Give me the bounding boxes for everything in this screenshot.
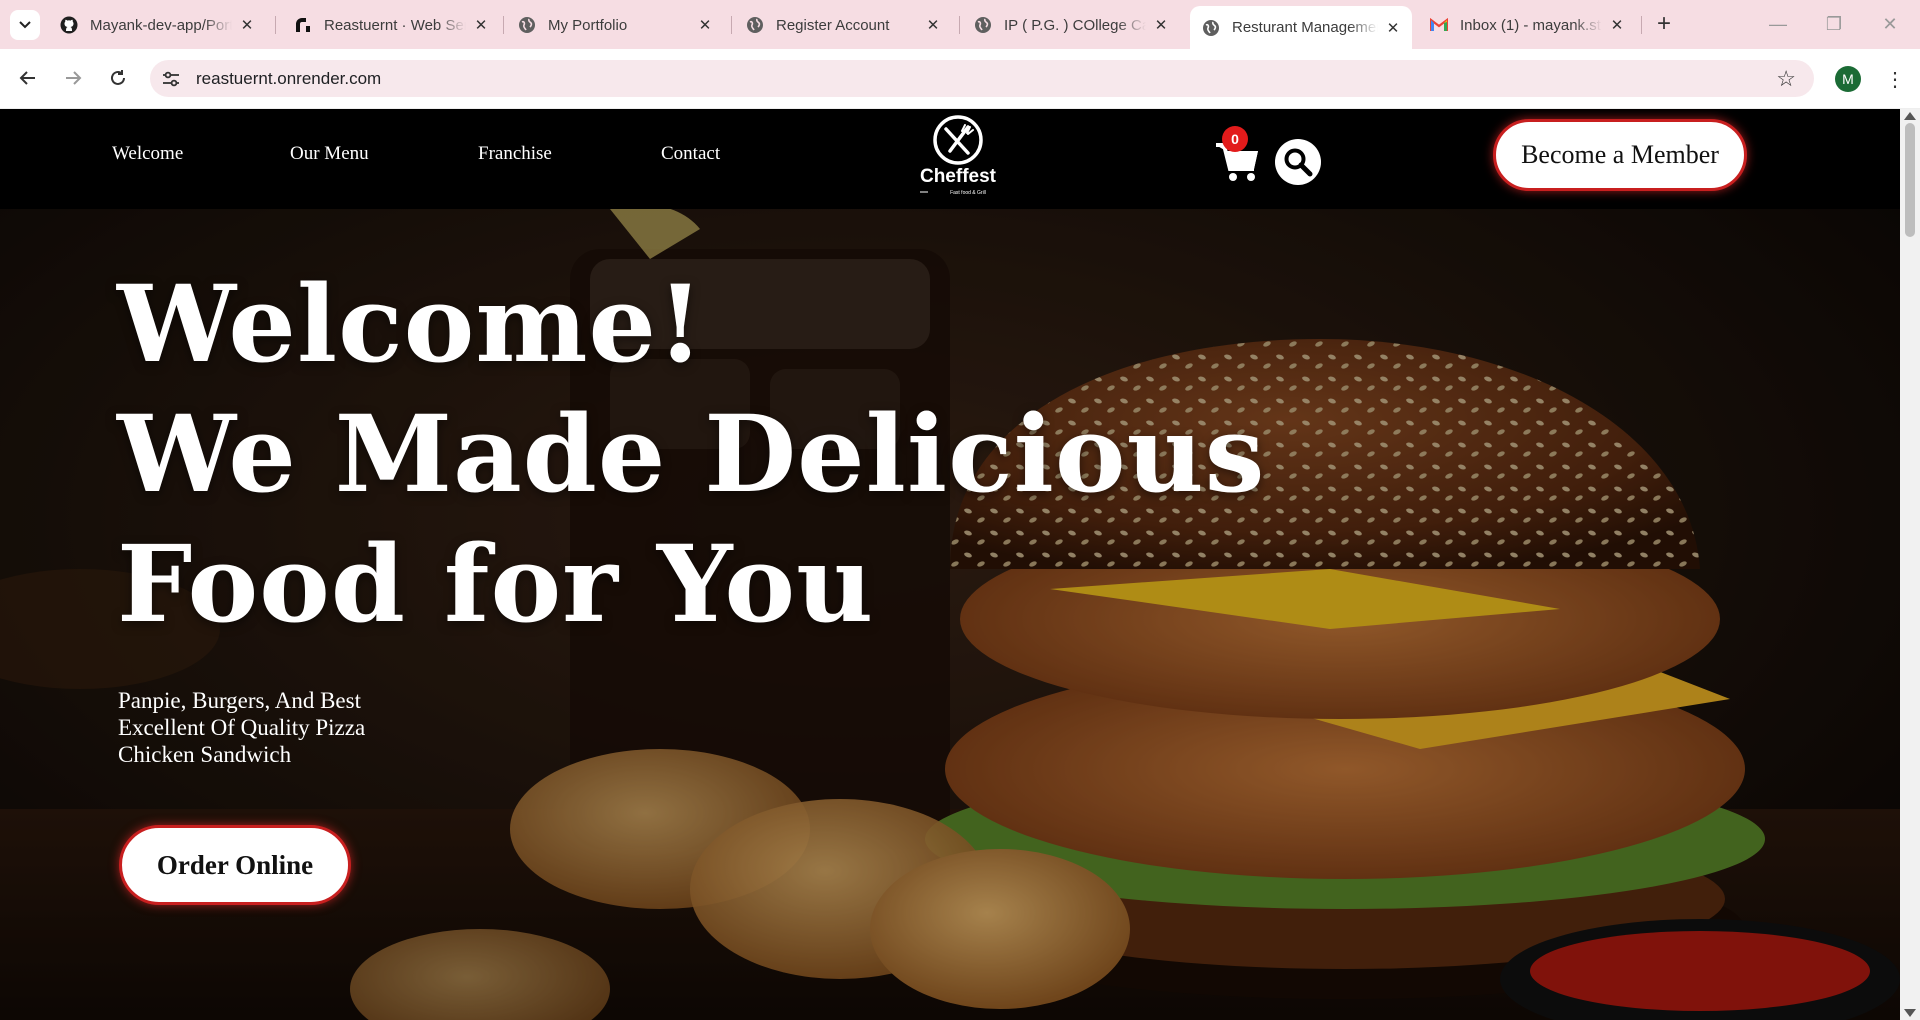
site-info-icon[interactable] [160,68,182,90]
bookmark-star-icon[interactable]: ☆ [1776,66,1796,92]
close-icon[interactable]: ✕ [472,16,490,34]
hero-heading-line-2: We Made Delicious [117,391,1266,516]
globe-icon [518,16,536,34]
tab-register[interactable]: Register Account ✕ [734,7,952,43]
logo-name: Cheffest [920,166,997,187]
tab-title: Register Account [776,16,890,34]
github-icon [60,16,78,34]
minimize-icon[interactable]: — [1766,12,1790,36]
scrollbar-thumb[interactable] [1905,123,1915,237]
hero-subtitle-line-1: Panpie, Burgers, And Best [118,688,361,713]
render-icon [294,16,312,34]
tab-gmail[interactable]: Inbox (1) - mayank.st ✕ [1418,7,1636,43]
tab-github[interactable]: Mayank-dev-app/Portfolio ✕ [48,7,266,43]
globe-icon [1202,19,1220,37]
globe-icon [746,16,764,34]
reload-button[interactable] [103,63,133,93]
back-button[interactable] [13,63,43,93]
nav-menu-link[interactable]: Our Menu [290,143,369,165]
hero-subtitle-line-3: Chicken Sandwich [118,742,292,767]
tab-college[interactable]: IP ( P.G. ) COllege Campus ✕ [962,7,1180,43]
hero-heading: Welcome! We Made Delicious Food for You [117,259,1267,649]
tab-title: Reastuernt · Web Service [324,16,466,34]
cart-count-badge: 0 [1222,126,1248,152]
browser-toolbar: reastuernt.onrender.com ☆ M ⋮ [0,49,1920,109]
arrow-right-icon [66,71,82,85]
close-icon[interactable]: ✕ [924,16,942,34]
page-viewport: Welcome Our Menu Franchise Contact Cheff… [0,109,1900,1020]
chevron-down-icon [19,21,31,29]
close-icon[interactable]: ✕ [1384,19,1402,37]
become-member-button[interactable]: Become a Member [1493,119,1747,191]
tab-title: Resturant Management [1232,19,1378,36]
menu-kebab-icon[interactable]: ⋮ [1880,64,1910,94]
page-scrollbar[interactable] [1900,109,1920,1020]
tab-divider [959,16,960,34]
profile-avatar[interactable]: M [1835,66,1861,92]
nav-franchise-link[interactable]: Franchise [478,143,552,165]
close-icon[interactable]: ✕ [1152,16,1170,34]
forward-button[interactable] [58,63,88,93]
nav-contact-link[interactable]: Contact [661,143,720,165]
nav-welcome-link[interactable]: Welcome [112,143,183,165]
reload-icon [111,70,125,85]
hero-subtitle-line-2: Excellent Of Quality Pizza [118,715,366,740]
tab-render[interactable]: Reastuernt · Web Service ✕ [282,7,500,43]
search-button[interactable] [1275,139,1321,185]
tab-divider [1641,16,1642,34]
site-header: Welcome Our Menu Franchise Contact Cheff… [0,109,1900,209]
tab-title: IP ( P.G. ) COllege Campus [1004,16,1146,34]
arrow-left-icon [19,71,35,85]
close-icon[interactable]: ✕ [696,16,714,34]
url-text[interactable]: reastuernt.onrender.com [196,69,381,89]
tab-divider [503,16,504,34]
scroll-up-arrow-icon[interactable] [1904,112,1916,120]
tab-title: My Portfolio [548,16,628,34]
tab-divider [275,16,276,34]
tab-strip: Mayank-dev-app/Portfolio ✕ Reastuernt · … [0,0,1920,49]
tab-divider [731,16,732,34]
order-online-button[interactable]: Order Online [119,825,351,905]
restore-icon[interactable]: ❐ [1822,12,1846,36]
cheffest-logo[interactable]: Cheffest Fast food & Grill [912,115,1004,199]
address-bar[interactable]: reastuernt.onrender.com ☆ [150,60,1814,97]
hero-heading-line-3: Food for You [117,521,875,646]
scroll-down-arrow-icon[interactable] [1904,1009,1916,1017]
search-icon [1284,148,1313,177]
tab-title: Mayank-dev-app/Portfolio [90,16,232,34]
tab-restaurant-active[interactable]: Resturant Management ✕ [1190,6,1412,49]
close-icon[interactable]: ✕ [238,16,256,34]
hero-subtitle: Panpie, Burgers, And Best Excellent Of Q… [118,687,448,768]
new-tab-button[interactable]: + [1652,10,1676,37]
tab-portfolio[interactable]: My Portfolio ✕ [506,7,724,43]
close-icon[interactable]: ✕ [1608,16,1626,34]
logo-tagline: Fast food & Grill [950,190,986,196]
gmail-icon [1430,16,1448,34]
tab-search-button[interactable] [10,10,40,40]
close-window-icon[interactable]: ✕ [1878,12,1902,36]
hero-heading-line-1: Welcome! [117,261,705,386]
globe-icon [974,16,992,34]
tab-title: Inbox (1) - mayank.st [1460,16,1601,34]
